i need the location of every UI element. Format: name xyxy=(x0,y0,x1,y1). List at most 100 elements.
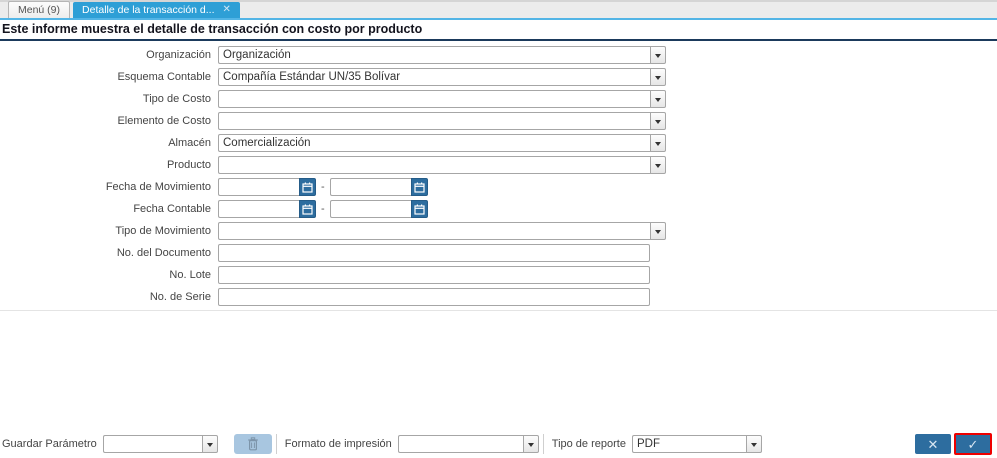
esquema-contable-dropdown-button[interactable] xyxy=(650,68,666,86)
form-row: Elemento de Costo xyxy=(0,110,997,132)
esquema-contable-input[interactable] xyxy=(218,68,650,86)
save-parameter-combobox xyxy=(102,435,218,453)
almacen-input[interactable] xyxy=(218,134,650,152)
chevron-down-icon xyxy=(655,119,661,124)
report-type-combobox xyxy=(631,435,762,453)
parameter-form: Organización Esquema Contable Tipo de Co… xyxy=(0,41,997,311)
report-type-input[interactable] xyxy=(631,435,746,453)
chevron-down-icon xyxy=(655,141,661,146)
fecha-movimiento-hasta-datebox xyxy=(329,178,428,196)
field-label-no-del-documento: No. del Documento xyxy=(116,247,211,259)
cancel-button[interactable]: ✕ xyxy=(915,434,951,454)
chevron-down-icon xyxy=(750,442,757,447)
elemento-de-costo-input[interactable] xyxy=(218,112,650,130)
field-label-fecha-contable: Fecha Contable xyxy=(133,203,211,215)
calendar-icon xyxy=(302,204,313,215)
form-row: Tipo de Movimiento xyxy=(0,220,997,242)
form-row: Esquema Contable xyxy=(0,66,997,88)
field-label-producto: Producto xyxy=(166,159,211,171)
tipo-de-costo-dropdown-button[interactable] xyxy=(650,90,666,108)
field-label-tipo-de-costo: Tipo de Costo xyxy=(142,93,211,105)
chevron-down-icon xyxy=(655,97,661,102)
organizacion-dropdown-button[interactable] xyxy=(650,46,666,64)
cancel-x-icon: ✕ xyxy=(927,436,939,452)
page-title: Este informe muestra el detalle de trans… xyxy=(0,20,997,41)
field-label-tipo-de-movimiento: Tipo de Movimiento xyxy=(115,225,211,237)
calendar-icon xyxy=(414,182,425,193)
ok-check-icon: ✓ xyxy=(967,436,979,452)
divider xyxy=(275,434,277,454)
fecha-contable-desde-datebox xyxy=(218,200,316,218)
delete-parameter-button[interactable] xyxy=(233,434,272,454)
report-type-dropdown-button[interactable] xyxy=(745,435,762,453)
calendar-button[interactable] xyxy=(410,178,428,196)
calendar-button[interactable] xyxy=(299,178,316,196)
chevron-down-icon xyxy=(655,53,661,58)
no-del-documento-input[interactable] xyxy=(218,244,650,262)
tipo-de-movimiento-input[interactable] xyxy=(218,222,650,240)
organizacion-combobox xyxy=(218,46,666,64)
close-icon[interactable]: ✕ xyxy=(223,5,231,15)
divider xyxy=(542,434,544,454)
tipo-de-movimiento-dropdown-button[interactable] xyxy=(650,222,666,240)
tab-label: Detalle de la transacción d... xyxy=(82,4,215,16)
chevron-down-icon xyxy=(655,229,661,234)
almacen-combobox xyxy=(218,134,666,152)
fecha-contable-hasta-datebox xyxy=(329,200,428,218)
calendar-icon xyxy=(302,182,313,193)
chevron-down-icon xyxy=(655,163,661,168)
field-label-elemento-de-costo: Elemento de Costo xyxy=(117,115,211,127)
tab-menu[interactable]: Menú (9) xyxy=(8,1,71,18)
fecha-movimiento-hasta-input[interactable] xyxy=(329,178,411,196)
producto-input[interactable] xyxy=(218,156,650,174)
calendar-button[interactable] xyxy=(410,200,428,218)
form-row: Almacén xyxy=(0,132,997,154)
footer-action-bar: Guardar Parámetro Formato de impresión T… xyxy=(0,433,997,455)
tipo-de-costo-combobox xyxy=(218,90,666,108)
esquema-contable-combobox xyxy=(218,68,666,86)
chevron-down-icon xyxy=(655,75,661,80)
form-row: No. de Serie xyxy=(0,286,997,308)
no-lote-input[interactable] xyxy=(218,266,650,284)
form-row: Tipo de Costo xyxy=(0,88,997,110)
tab-detalle-transaccion[interactable]: Detalle de la transacción d... ✕ xyxy=(73,2,240,18)
fecha-contable-desde-input[interactable] xyxy=(218,200,299,218)
form-row: Fecha Contable - xyxy=(0,198,997,220)
trash-icon xyxy=(247,437,258,451)
calendar-button[interactable] xyxy=(299,200,316,218)
print-format-dropdown-button[interactable] xyxy=(522,435,539,453)
date-range-separator: - xyxy=(321,203,325,215)
form-row: Fecha de Movimiento - xyxy=(0,176,997,198)
field-label-organizacion: Organización xyxy=(146,49,211,61)
field-label-no-lote: No. Lote xyxy=(169,269,211,281)
elemento-de-costo-dropdown-button[interactable] xyxy=(650,112,666,130)
field-label-no-de-serie: No. de Serie xyxy=(149,291,211,303)
fecha-movimiento-desde-datebox xyxy=(218,178,316,196)
print-format-combobox xyxy=(397,435,539,453)
organizacion-input[interactable] xyxy=(218,46,650,64)
save-parameter-input[interactable] xyxy=(102,435,202,453)
field-label-esquema-contable: Esquema Contable xyxy=(117,71,211,83)
form-row: Organización xyxy=(0,44,997,66)
fecha-contable-hasta-input[interactable] xyxy=(329,200,411,218)
field-label-almacen: Almacén xyxy=(168,137,211,149)
print-format-label: Formato de impresión xyxy=(284,438,392,450)
tipo-de-costo-input[interactable] xyxy=(218,90,650,108)
date-range-separator: - xyxy=(321,181,325,193)
chevron-down-icon xyxy=(206,442,213,447)
save-parameter-label: Guardar Parámetro xyxy=(2,438,97,450)
print-format-input[interactable] xyxy=(397,435,523,453)
almacen-dropdown-button[interactable] xyxy=(650,134,666,152)
form-row: No. del Documento xyxy=(0,242,997,264)
form-row: No. Lote xyxy=(0,264,997,286)
producto-dropdown-button[interactable] xyxy=(650,156,666,174)
calendar-icon xyxy=(414,204,425,215)
save-parameter-dropdown-button[interactable] xyxy=(201,435,218,453)
no-de-serie-input[interactable] xyxy=(218,288,650,306)
report-type-label: Tipo de reporte xyxy=(551,438,626,450)
tipo-de-movimiento-combobox xyxy=(218,222,666,240)
ok-button[interactable]: ✓ xyxy=(954,433,992,455)
form-row: Producto xyxy=(0,154,997,176)
fecha-movimiento-desde-input[interactable] xyxy=(218,178,299,196)
tab-bar: Menú (9) Detalle de la transacción d... … xyxy=(0,0,997,20)
